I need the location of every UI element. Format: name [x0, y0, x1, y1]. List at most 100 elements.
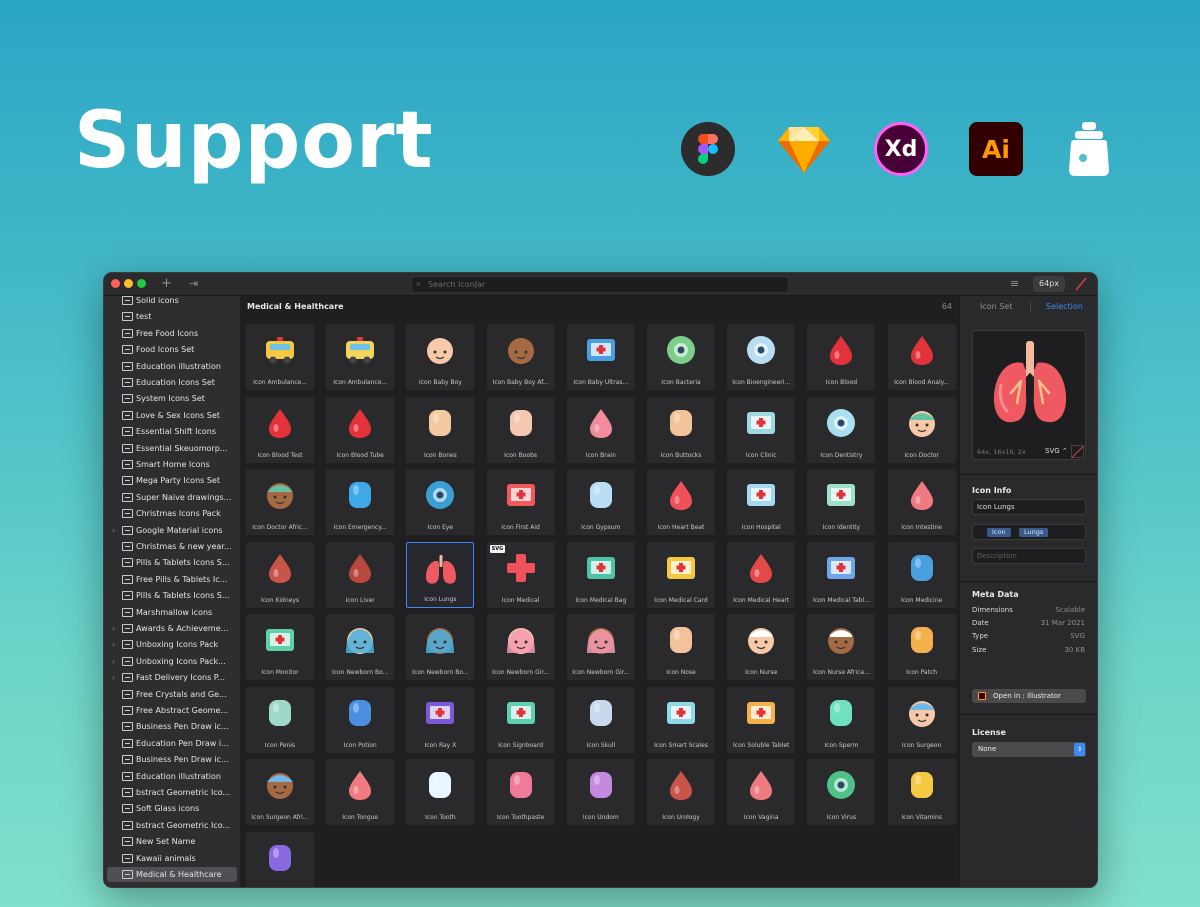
icon-tile[interactable]: Icon Baby Boy	[406, 324, 475, 390]
icon-tile[interactable]: Icon Potion	[326, 686, 395, 753]
sidebar-item[interactable]: Kawaii animals	[107, 851, 237, 866]
icon-tile[interactable]: Icon Boobs	[486, 396, 555, 463]
icon-tile[interactable]: Icon Gypsum	[566, 469, 635, 535]
sidebar-item[interactable]: Solid icons	[107, 296, 237, 308]
icon-tile[interactable]: Icon Doctor Afric...	[246, 469, 314, 535]
icon-tile[interactable]: Icon Newborn Gir...	[566, 614, 635, 680]
chevron-right-icon[interactable]: ›	[112, 523, 115, 538]
icon-tile[interactable]: Icon Bioengineeri...	[727, 324, 796, 390]
icon-tile[interactable]: Icon Intestine	[887, 469, 956, 535]
sidebar-item[interactable]: › Google Material icons	[107, 523, 237, 538]
icon-tile[interactable]: Icon Toothpaste	[486, 759, 555, 825]
no-color-swatch[interactable]	[1071, 445, 1084, 458]
icon-tile[interactable]: Icon Nose	[647, 614, 715, 680]
sidebar-item[interactable]: Free Pills & Tablets Ic...	[107, 572, 237, 587]
format-select[interactable]: SVG ⌃	[1045, 446, 1069, 457]
icon-tile[interactable]: Icon Patch	[887, 614, 956, 680]
license-select[interactable]: None ⇕	[972, 742, 1086, 757]
icon-tile[interactable]: Icon Vagina	[727, 759, 796, 825]
no-color-icon[interactable]	[1075, 277, 1087, 291]
export-icon[interactable]: ⇥	[189, 276, 198, 292]
sidebar-item[interactable]: Super Naive drawings...	[107, 490, 237, 505]
tags-field[interactable]: Icon Lungs	[972, 524, 1086, 540]
tab-icon-set[interactable]: Icon Set	[980, 302, 1012, 311]
icon-tile[interactable]: Icon Surgeon Afri...	[246, 759, 314, 825]
tag-chip[interactable]: Icon	[987, 528, 1011, 537]
sidebar-item[interactable]: Marshmallow icons	[107, 605, 237, 620]
icon-tile[interactable]: Icon Medicine	[887, 541, 956, 608]
icon-name-field[interactable]: Icon Lungs	[972, 499, 1086, 515]
icon-tile[interactable]: Icon Virus	[807, 759, 876, 825]
sidebar-item[interactable]: Soft Glass icons	[107, 801, 237, 816]
icon-tile[interactable]: Icon Nurse	[727, 614, 796, 680]
icon-tile[interactable]: Icon Blood Test	[246, 396, 314, 463]
sidebar-item[interactable]: › Fast Delivery Icons P...	[107, 670, 237, 685]
icon-tile[interactable]: Icon Heart Beat	[647, 469, 715, 535]
sidebar-item[interactable]: › Unboxing Icons Pack...	[107, 654, 237, 669]
description-field[interactable]: Description	[972, 548, 1086, 564]
icon-tile[interactable]: Icon Liver	[326, 541, 395, 608]
icon-tile[interactable]: Icon Tongue	[326, 759, 395, 825]
icon-tile[interactable]: Icon Vitamins	[887, 759, 956, 825]
sidebar-item[interactable]: Free Crystals and Ge...	[107, 687, 237, 702]
sidebar-item[interactable]: Mega Party Icons Set	[107, 473, 237, 488]
icon-tile[interactable]: Icon Bones	[406, 396, 475, 463]
icon-tile[interactable]: Icon Kidneys	[246, 541, 314, 608]
sidebar-item[interactable]: Pills & Tablets Icons S...	[107, 555, 237, 570]
sidebar-item[interactable]: New Set Name	[107, 834, 237, 849]
icon-tile[interactable]: Icon Bacteria	[647, 324, 715, 390]
icon-tile[interactable]: Icon Undom	[566, 759, 635, 825]
icon-tile[interactable]: Icon Brain	[566, 396, 635, 463]
icon-tile[interactable]: Icon Newborn Bo...	[406, 614, 475, 680]
sidebar-item[interactable]: test	[107, 309, 237, 324]
sidebar-item[interactable]: Free Abstract Geome...	[107, 703, 237, 718]
icon-tile[interactable]: Icon Wheelchair	[246, 831, 314, 887]
icon-tile[interactable]: Icon Signboard	[486, 686, 555, 753]
icon-tile[interactable]: Icon Lungs	[406, 541, 475, 608]
icon-tile[interactable]: Icon Emergency...	[326, 469, 395, 535]
open-in-button[interactable]: Open in : Illustrator	[972, 689, 1086, 703]
icon-tile[interactable]: Icon Sperm	[807, 686, 876, 753]
icon-tile[interactable]: Icon Baby Ultras...	[566, 324, 635, 390]
icon-tile[interactable]: Icon Medical Heart	[727, 541, 796, 608]
icon-tile[interactable]: Icon Clinic	[727, 396, 796, 463]
icon-tile[interactable]: Icon Doctor	[887, 396, 956, 463]
sidebar-item[interactable]: Business Pen Draw ic...	[107, 719, 237, 734]
sidebar-item[interactable]: Essential Skeuomorp...	[107, 441, 237, 456]
icon-tile[interactable]: Icon Tooth	[406, 759, 475, 825]
chevron-right-icon[interactable]: ›	[112, 621, 115, 636]
tag-chip[interactable]: Lungs	[1019, 528, 1049, 537]
sidebar-item[interactable]: Medical & Healthcare	[107, 867, 237, 882]
icon-tile[interactable]: Icon Medical Bag	[566, 541, 635, 608]
close-window-button[interactable]	[111, 279, 120, 288]
tab-selection[interactable]: Selection	[1046, 302, 1083, 311]
zoom-window-button[interactable]	[137, 279, 146, 288]
sidebar-item[interactable]: Pills & Tablets Icons S...	[107, 588, 237, 603]
icon-tile[interactable]: Icon Monitor	[246, 614, 314, 680]
icon-tile[interactable]: Icon Soluble Tablet	[727, 686, 796, 753]
add-icon[interactable]: +	[161, 276, 172, 292]
chevron-right-icon[interactable]: ›	[112, 654, 115, 669]
sidebar-item[interactable]: Essential Shift Icons	[107, 424, 237, 439]
icon-tile[interactable]: Icon Blood Analy...	[887, 324, 956, 390]
minimize-window-button[interactable]	[124, 279, 133, 288]
sidebar-item[interactable]: › Unboxing Icons Pack	[107, 637, 237, 652]
icon-tile[interactable]: Icon Hospital	[727, 469, 796, 535]
icon-tile[interactable]: Icon Smart Scales	[647, 686, 715, 753]
sidebar-item[interactable]: Education illustration	[107, 769, 237, 784]
sidebar-item[interactable]: Education Icons Set	[107, 375, 237, 390]
icon-tile[interactable]: Icon Ray X	[406, 686, 475, 753]
icon-tile[interactable]: Icon Blood Tube	[326, 396, 395, 463]
icon-tile[interactable]: Icon Eye	[406, 469, 475, 535]
sidebar-item[interactable]: Christmas Icons Pack	[107, 506, 237, 521]
filter-icon[interactable]: ≡	[1010, 276, 1019, 292]
icon-tile[interactable]: Icon Buttocks	[647, 396, 715, 463]
sidebar-item[interactable]: Love & Sex Icons Set	[107, 408, 237, 423]
icon-tile[interactable]: Icon Newborn Bo...	[326, 614, 395, 680]
sidebar-item[interactable]: bstract Geometric Ico...	[107, 818, 237, 833]
sidebar-item[interactable]: › Awards & Achieveme...	[107, 621, 237, 636]
icon-tile[interactable]: Icon Penis	[246, 686, 314, 753]
icon-tile[interactable]: Icon Newborn Gir...	[486, 614, 555, 680]
icon-tile[interactable]: Icon Medical Tabl...	[807, 541, 876, 608]
chevron-right-icon[interactable]: ›	[112, 670, 115, 685]
